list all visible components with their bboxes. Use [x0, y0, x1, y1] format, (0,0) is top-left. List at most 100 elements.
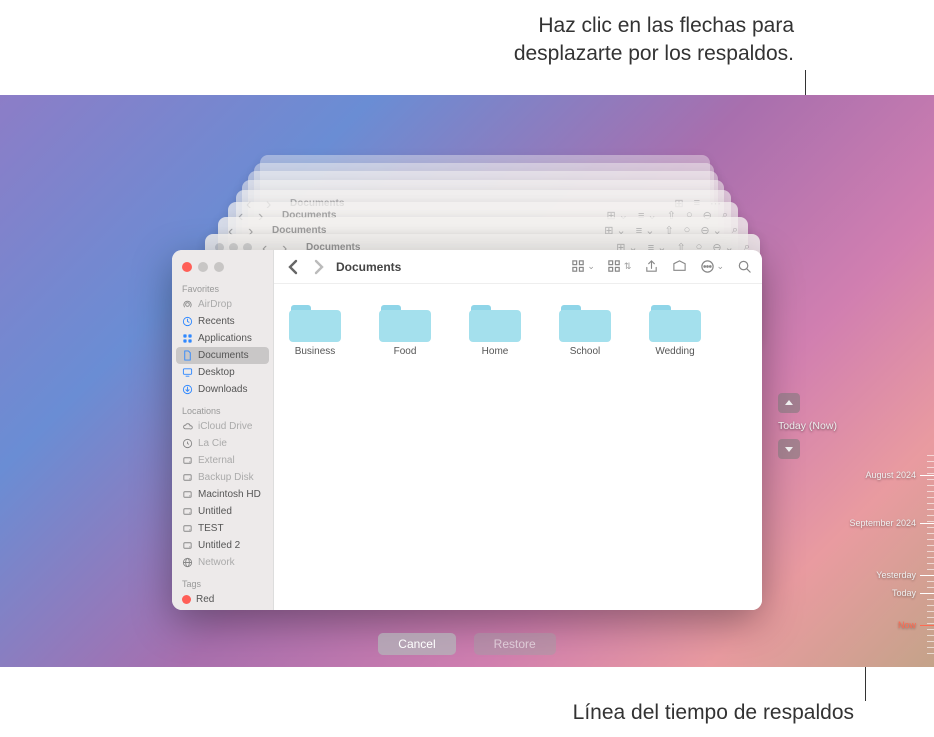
folder-business[interactable]: Business	[284, 302, 346, 357]
action-menu-button[interactable]: ⌄	[699, 259, 724, 275]
cancel-button[interactable]: Cancel	[378, 633, 455, 655]
timeline-tick	[927, 503, 934, 504]
external-icon	[182, 540, 193, 551]
timeline-major-tick	[920, 625, 934, 626]
timeline-tick	[927, 491, 934, 492]
sidebar-item-macintosh-hd[interactable]: Macintosh HD	[172, 486, 273, 503]
timeline-tick	[927, 581, 934, 582]
sidebar-item-airdrop[interactable]: AirDrop	[172, 296, 273, 313]
search-button[interactable]	[736, 259, 752, 275]
minimize-button[interactable]	[198, 262, 208, 272]
restore-button[interactable]: Restore	[474, 633, 556, 655]
tag-button[interactable]	[671, 259, 687, 275]
timeline-label[interactable]: Today	[892, 588, 916, 598]
external-icon	[182, 506, 193, 517]
sidebar-item-untitled[interactable]: Untitled	[172, 503, 273, 520]
sidebar-item-untitled-2[interactable]: Untitled 2	[172, 537, 273, 554]
timeline-label[interactable]: August 2024	[865, 470, 916, 480]
finder-main: Documents ⌄ ⇅	[274, 250, 762, 610]
time-machine-desktop: ‹ › Documents ⊞≡⋯ ‹ › Documents ⊞ ⌄≡ ⌄⇧○…	[0, 95, 934, 667]
sidebar-item-label: TEST	[198, 523, 224, 534]
sidebar-item-label: Network	[198, 557, 235, 568]
sidebar-item-label: Applications	[198, 333, 252, 344]
finder-toolbar: Documents ⌄ ⇅	[274, 250, 762, 284]
timeline-tick	[927, 611, 934, 612]
sidebar-item-label: Backup Disk	[198, 472, 254, 483]
desktop-icon	[182, 367, 193, 378]
folder-icon	[469, 302, 521, 342]
timeline-tick	[927, 467, 934, 468]
sidebar-tag-label: Red	[196, 594, 214, 605]
sidebar-item-icloud-drive[interactable]: iCloud Drive	[172, 418, 273, 435]
folder-label: Food	[394, 346, 417, 357]
folder-food[interactable]: Food	[374, 302, 436, 357]
folder-label: Home	[482, 346, 509, 357]
tag-color-icon	[182, 595, 191, 604]
folder-icon	[649, 302, 701, 342]
sidebar-item-label: AirDrop	[198, 299, 232, 310]
share-button[interactable]	[643, 259, 659, 275]
airdrop-icon	[182, 299, 193, 310]
maximize-button[interactable]	[214, 262, 224, 272]
sidebar-item-la-cie[interactable]: La Cie	[172, 435, 273, 452]
timeline-tick	[927, 623, 934, 624]
sidebar-item-label: Recents	[198, 316, 235, 327]
sidebar-item-applications[interactable]: Applications	[172, 330, 273, 347]
folder-home[interactable]: Home	[464, 302, 526, 357]
timeline-tick	[927, 473, 934, 474]
timemachine-prev-button[interactable]	[778, 393, 800, 413]
doc-icon	[182, 350, 193, 361]
finder-content[interactable]: Business Food Home School Wedding	[274, 284, 762, 610]
group-by-button[interactable]: ⇅	[607, 259, 632, 275]
sidebar-item-recents[interactable]: Recents	[172, 313, 273, 330]
sidebar-item-test[interactable]: TEST	[172, 520, 273, 537]
sidebar-item-label: Macintosh HD	[198, 489, 261, 500]
hdd-icon	[182, 489, 193, 500]
sidebar-item-label: Desktop	[198, 367, 235, 378]
timemachine-nav: Today (Now)	[778, 393, 837, 459]
clock-icon	[182, 316, 193, 327]
timemachine-next-button[interactable]	[778, 439, 800, 459]
sidebar-item-label: Untitled	[198, 506, 232, 517]
timeline-major-tick	[920, 523, 934, 524]
timeline-label[interactable]: Yesterday	[876, 570, 916, 580]
sidebar-item-label: External	[198, 455, 235, 466]
ellipsis-circle-icon	[699, 259, 715, 275]
timeline-tick	[927, 563, 934, 564]
timemachine-current-label: Today (Now)	[778, 419, 837, 433]
sidebar-item-documents[interactable]: Documents	[176, 347, 269, 364]
sidebar-item-label: Documents	[198, 350, 249, 361]
timeline-tick	[927, 479, 934, 480]
folder-icon	[559, 302, 611, 342]
sidebar-tag-red[interactable]: Red	[172, 591, 273, 608]
nav-back-button[interactable]	[284, 258, 302, 276]
annotation-timeline-callout: Línea del tiempo de respaldos	[573, 701, 854, 725]
breadcrumb-title: Documents	[336, 260, 401, 274]
timeline-label[interactable]: Now	[898, 620, 916, 630]
close-button[interactable]	[182, 262, 192, 272]
timeline-tick	[927, 539, 934, 540]
sidebar-item-desktop[interactable]: Desktop	[172, 364, 273, 381]
cloud-icon	[182, 421, 193, 432]
sidebar-item-downloads[interactable]: Downloads	[172, 381, 273, 398]
folder-school[interactable]: School	[554, 302, 616, 357]
folder-wedding[interactable]: Wedding	[644, 302, 706, 357]
timemachine-icon	[182, 438, 193, 449]
group-icon	[607, 259, 623, 275]
sidebar-item-external[interactable]: External	[172, 452, 273, 469]
sidebar-item-backup-disk[interactable]: Backup Disk	[172, 469, 273, 486]
sidebar-item-network[interactable]: Network	[172, 554, 273, 571]
timeline-label[interactable]: September 2024	[849, 518, 916, 528]
sidebar-item-label: iCloud Drive	[198, 421, 252, 432]
timeline-tick	[927, 551, 934, 552]
timeline-major-tick	[920, 575, 934, 576]
external-icon	[182, 523, 193, 534]
timeline-major-tick	[920, 593, 934, 594]
timeline-tick	[927, 545, 934, 546]
view-mode-button[interactable]: ⌄	[570, 259, 595, 275]
sidebar-item-label: Untitled 2	[198, 540, 240, 551]
external-icon	[182, 472, 193, 483]
nav-forward-button[interactable]	[310, 258, 328, 276]
finder-sidebar: Favorites AirDropRecentsApplicationsDocu…	[172, 250, 274, 610]
timeline-tick	[927, 629, 934, 630]
